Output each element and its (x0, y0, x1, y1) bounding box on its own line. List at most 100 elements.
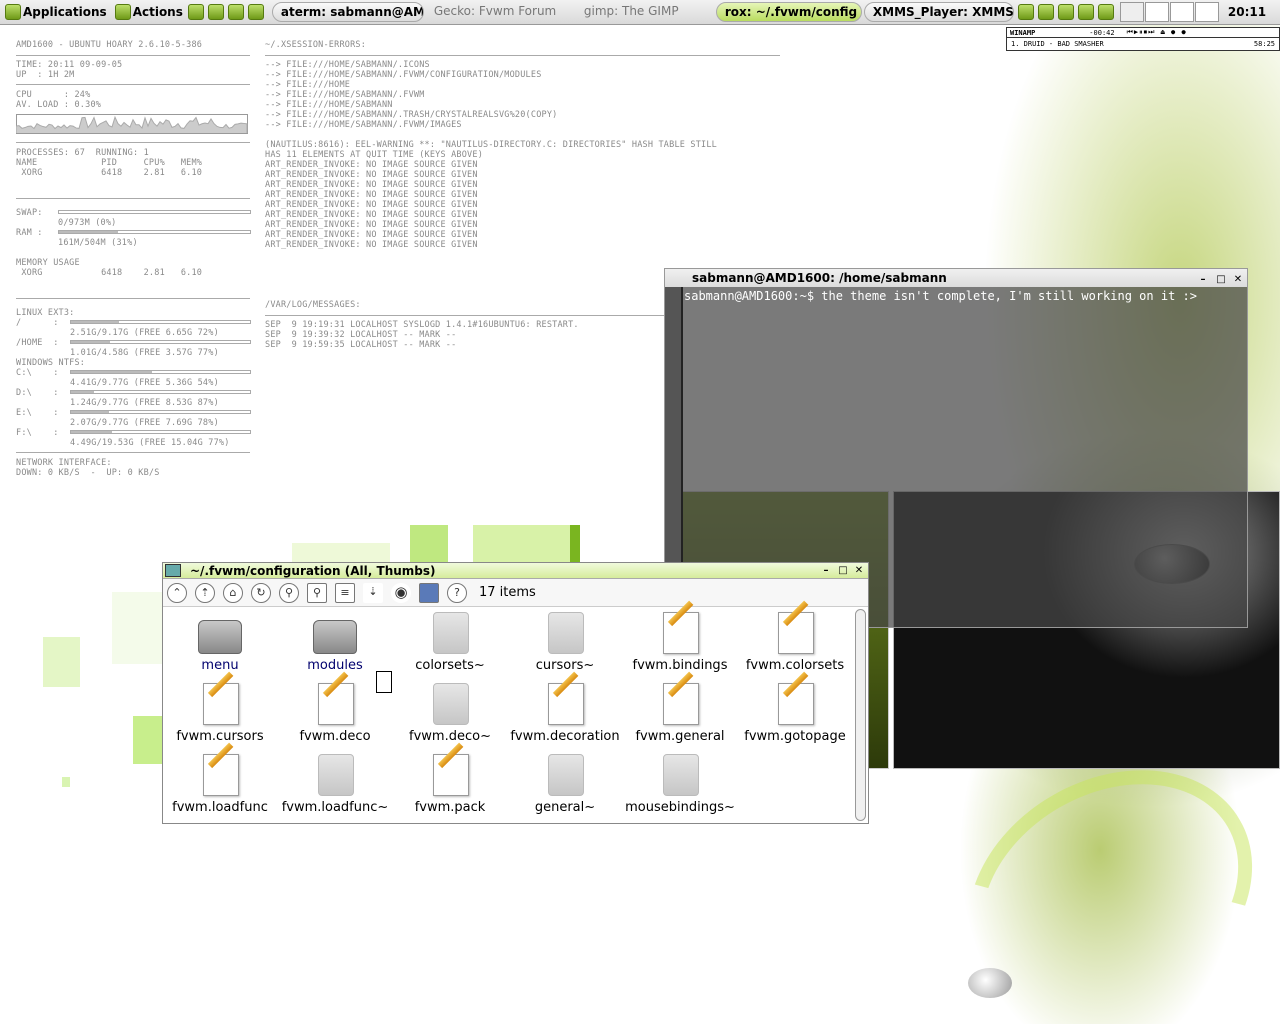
zoom-icon[interactable]: ⚲ (279, 582, 299, 603)
applications-icon (5, 4, 21, 20)
task-rox[interactable]: rox: ~/.fvwm/config (715, 2, 862, 22)
tray-icon[interactable] (1097, 4, 1114, 20)
backup-file-icon (312, 752, 358, 798)
tray-icon[interactable] (1077, 4, 1094, 20)
conky-e: E:\ : (16, 408, 59, 418)
file-label: fvwm.general (635, 729, 725, 744)
tray-icon[interactable] (1037, 4, 1054, 20)
terminal-titlebar[interactable]: sabmann@AMD1600: /home/sabmann – □ ✕ (665, 269, 1247, 287)
home-icon[interactable]: ⌂ (223, 582, 243, 603)
rox-filer-window[interactable]: ~/.fvwm/configuration (All, Thumbs) – □ … (162, 562, 869, 824)
conky-c-val: 4.41G/9.77G (FREE 5.36G 54%) (70, 378, 219, 388)
text-file-icon (542, 671, 588, 727)
playlist-length: 58:25 (1253, 40, 1275, 48)
workspace-pager[interactable] (1119, 2, 1220, 22)
file-item[interactable]: fvwm.general (623, 671, 737, 744)
file-item[interactable]: fvwm.bindings (623, 600, 737, 673)
launcher-browser-icon[interactable] (207, 4, 224, 20)
vertical-scrollbar[interactable] (855, 609, 866, 821)
winamp-title: WINAMP (1010, 28, 1036, 37)
conky-proc-row: XORG 6418 2.81 6.10 (16, 168, 203, 178)
details-icon[interactable]: ≡ (335, 582, 355, 603)
xmms-player[interactable]: WINAMP -00:42 ⏮▶⏸⏹⏭ ⏏ ● ● 1. DRUID - BAD… (1006, 27, 1280, 51)
text-file-icon (657, 671, 703, 727)
conky-f-val: 4.49G/19.53G (FREE 15.04G 77%) (70, 438, 230, 448)
text-file-icon (197, 742, 243, 798)
file-label: fvwm.loadfunc (172, 800, 268, 815)
file-item[interactable]: fvwm.gotopage (738, 671, 852, 744)
file-label: fvwm.loadfunc~ (281, 800, 389, 815)
task-xmms[interactable]: XMMS_Player: XMMS (863, 2, 1014, 22)
close-icon[interactable]: ✕ (853, 563, 865, 579)
applications-menu[interactable]: Applications (0, 1, 110, 23)
conky-home-val: 1.01G/4.58G (FREE 3.57G 77%) (70, 348, 219, 358)
actions-menu[interactable]: Actions (110, 1, 186, 23)
sort-icon[interactable]: ⇣ (363, 582, 383, 603)
conky-time: TIME: 20:11 09-09-05 (16, 60, 123, 70)
workspace-3[interactable] (1169, 2, 1194, 22)
xsession-log: --> FILE:///HOME/SABMANN/.ICONS --> FILE… (265, 60, 717, 250)
file-item[interactable]: fvwm.cursors (163, 671, 277, 744)
terminal-text: the theme isn't complete, I'm still work… (821, 289, 1197, 303)
close-dir-icon[interactable]: ⌃ (167, 582, 187, 603)
file-label: fvwm.decoration (510, 729, 620, 744)
workspace-2[interactable] (1144, 2, 1169, 22)
file-label: fvwm.colorsets (745, 658, 845, 673)
up-icon[interactable]: ⇡ (195, 582, 215, 603)
help-icon[interactable]: ? (447, 582, 467, 603)
minimize-icon[interactable]: – (820, 563, 832, 579)
text-file-icon (657, 600, 703, 656)
clock: 20:11 (1227, 5, 1267, 19)
conky-mem-usage: MEMORY USAGE (16, 258, 80, 268)
task-gimp[interactable]: gimp: The GIMP (576, 2, 714, 22)
select-icon[interactable] (419, 582, 439, 603)
task-aterm[interactable]: aterm: sabmann@AM (271, 2, 424, 22)
scale-icon[interactable]: ⚲ (307, 582, 327, 603)
file-item[interactable]: fvwm.loadfunc (163, 742, 277, 815)
file-item[interactable]: menu (163, 610, 277, 673)
conky-processes: PROCESSES: 67 RUNNING: 1 (16, 148, 149, 158)
actions-icon (114, 4, 131, 20)
terminal-title: sabmann@AMD1600: /home/sabmann (692, 271, 947, 285)
task-gecko[interactable]: Gecko: Fvwm Forum (426, 2, 574, 22)
launcher-arrow-icon[interactable] (247, 4, 264, 20)
conky-ram-val: 161M/504M (31%) (58, 238, 138, 248)
file-item[interactable]: cursors~ (508, 610, 622, 673)
ram-bar (58, 230, 251, 234)
playlist-track[interactable]: 1. DRUID - BAD SMASHER (1011, 40, 1104, 48)
file-item[interactable]: colorsets~ (393, 610, 507, 673)
launcher-terminal-icon[interactable] (187, 4, 204, 20)
backup-file-icon (542, 610, 588, 656)
hidden-files-icon[interactable]: ◉ (391, 582, 411, 603)
file-item[interactable]: fvwm.loadfunc~ (278, 752, 392, 815)
workspace-1[interactable] (1119, 2, 1144, 22)
refresh-icon[interactable]: ↻ (251, 582, 271, 603)
file-item[interactable]: general~ (508, 752, 622, 815)
workspace-4[interactable] (1194, 2, 1219, 22)
rox-titlebar[interactable]: ~/.fvwm/configuration (All, Thumbs) – □ … (163, 563, 868, 579)
file-label: fvwm.cursors (176, 729, 264, 744)
file-item[interactable]: fvwm.colorsets (738, 600, 852, 673)
text-file-icon (772, 600, 818, 656)
conky-home: /HOME : (16, 338, 59, 348)
text-file-icon (427, 742, 473, 798)
conky-root: / : (16, 318, 59, 328)
tray-icon[interactable] (1057, 4, 1074, 20)
launcher-editor-icon[interactable] (227, 4, 244, 20)
swap-bar (58, 210, 251, 214)
file-item[interactable]: fvwm.pack (393, 742, 507, 815)
rox-window-icon[interactable] (165, 564, 181, 577)
maximize-icon[interactable]: □ (837, 563, 849, 579)
file-item[interactable]: fvwm.deco~ (393, 681, 507, 744)
conky-ram: RAM : (16, 228, 43, 238)
file-item[interactable]: mousebindings~ (623, 752, 737, 815)
file-label: menu (201, 658, 239, 673)
tray-icon[interactable] (1017, 4, 1034, 20)
file-item[interactable]: fvwm.decoration (508, 671, 622, 744)
backup-file-icon (542, 752, 588, 798)
water-drop (968, 968, 1012, 998)
file-item[interactable]: fvwm.deco (278, 671, 392, 744)
file-item[interactable]: modules (278, 610, 392, 673)
cpu-graph (16, 114, 248, 134)
winamp-controls[interactable]: ⏮▶⏸⏹⏭ ⏏ ● ● (1127, 28, 1187, 37)
